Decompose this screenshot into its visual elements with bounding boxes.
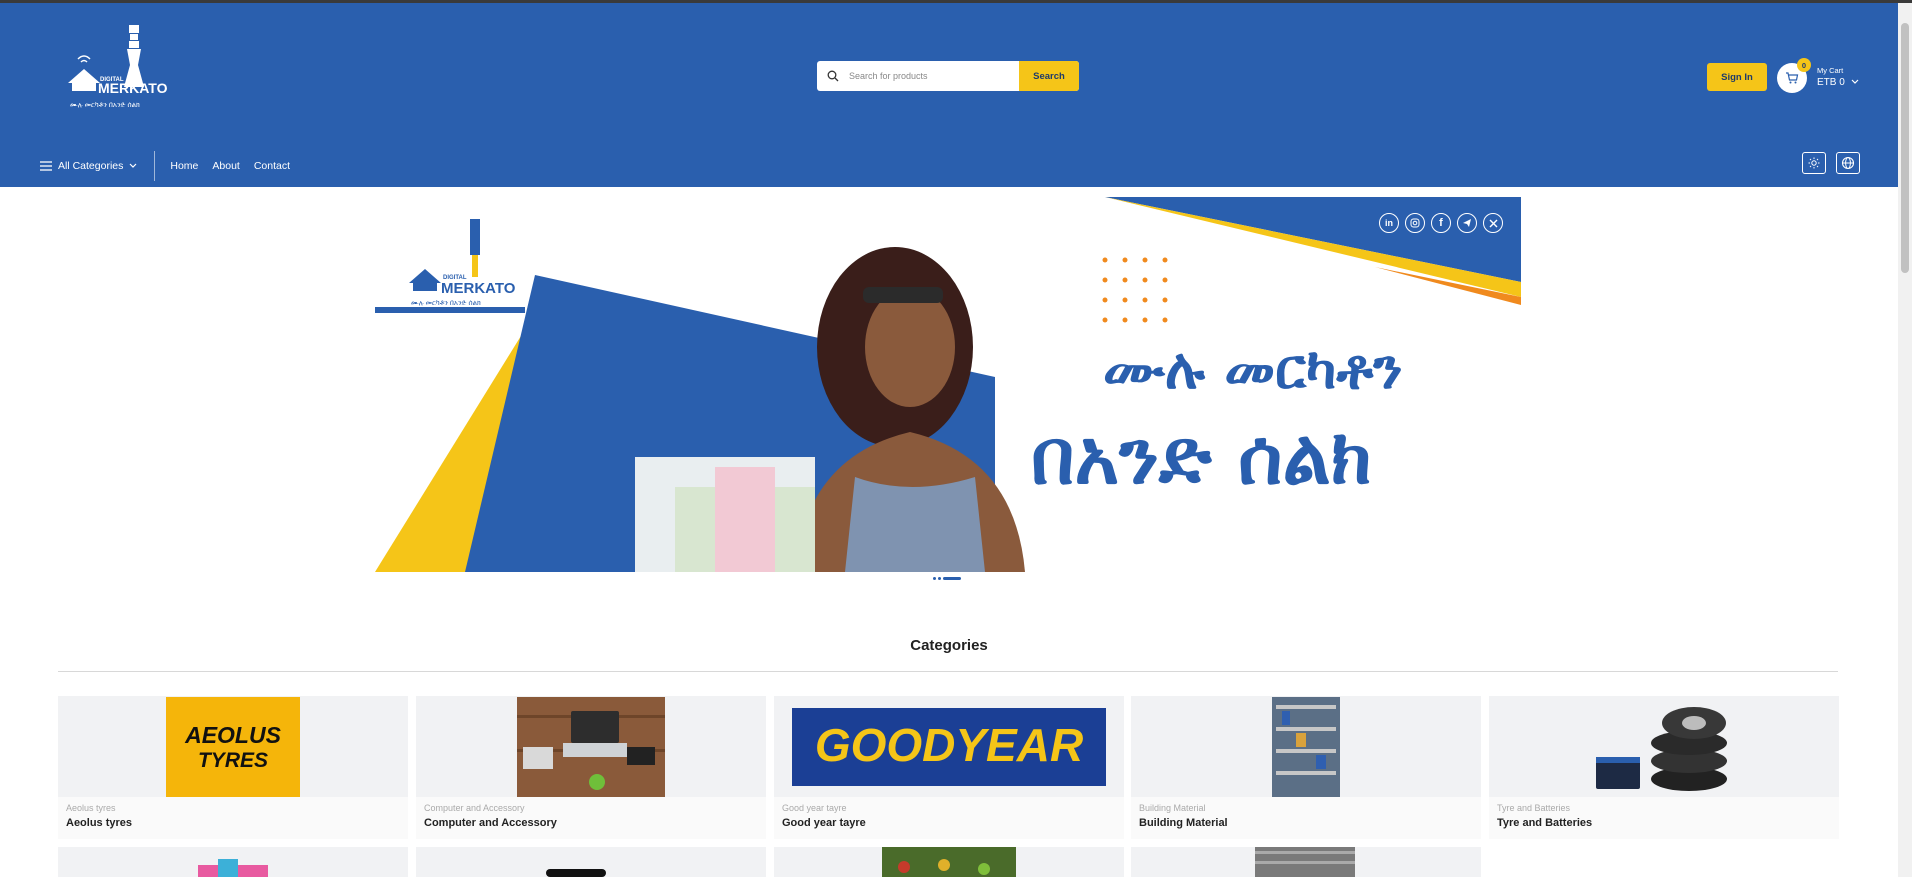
sun-icon bbox=[1808, 157, 1820, 169]
category-image bbox=[1255, 847, 1355, 877]
divider bbox=[58, 671, 1838, 672]
cart-count-badge: 0 bbox=[1797, 58, 1811, 72]
category-image bbox=[882, 847, 1016, 877]
svg-text:GOODYEAR: GOODYEAR bbox=[815, 719, 1083, 771]
category-name[interactable]: Aeolus tyres bbox=[66, 817, 132, 829]
category-image bbox=[1131, 696, 1481, 797]
category-image: AEOLUS TYRES bbox=[58, 696, 408, 797]
aeolus-logo: AEOLUS TYRES bbox=[166, 696, 300, 797]
nav-link-home[interactable]: Home bbox=[170, 160, 198, 172]
carousel-dot[interactable] bbox=[938, 577, 941, 580]
banner-social-icons: in f bbox=[1379, 213, 1503, 233]
category-image bbox=[198, 859, 268, 877]
scrollbar-thumb[interactable] bbox=[1901, 23, 1909, 273]
svg-text:TYRES: TYRES bbox=[198, 749, 268, 772]
banner-headline-line2: በአንድ ሰልክ bbox=[1031, 412, 1372, 501]
category-card-partial[interactable] bbox=[1131, 847, 1481, 877]
computer-accessory-image bbox=[517, 696, 665, 797]
main-nav: All Categories Home About Contact bbox=[40, 149, 290, 183]
svg-text:MERKATO: MERKATO bbox=[441, 280, 516, 297]
category-name[interactable]: Good year tayre bbox=[782, 817, 866, 829]
language-button[interactable] bbox=[1836, 152, 1860, 174]
instagram-icon[interactable] bbox=[1405, 213, 1425, 233]
svg-text:ሙሉ መርካቶን በአንድ ሰልክ: ሙሉ መርካቶን በአንድ ሰልክ bbox=[411, 300, 481, 307]
globe-icon bbox=[1841, 156, 1855, 170]
cart-label: My Cart bbox=[1817, 66, 1844, 75]
category-image: GOODYEAR bbox=[774, 696, 1124, 797]
category-card-building[interactable]: Building Material Building Material bbox=[1131, 696, 1481, 839]
carousel-dot-active[interactable] bbox=[943, 577, 961, 580]
category-card-partial[interactable] bbox=[416, 847, 766, 877]
category-card-partial[interactable] bbox=[774, 847, 1124, 877]
menu-icon bbox=[40, 161, 52, 171]
cart-total-value: ETB 0 bbox=[1817, 77, 1845, 88]
chevron-down-icon bbox=[129, 163, 137, 168]
svg-text:AEOLUS: AEOLUS bbox=[184, 722, 282, 748]
category-name[interactable]: Computer and Accessory bbox=[424, 817, 557, 829]
cart-total: ETB 0 bbox=[1817, 77, 1859, 88]
search-bar: Search bbox=[817, 61, 1079, 91]
category-subtitle: Good year tayre bbox=[782, 803, 847, 813]
categories-heading: Categories bbox=[910, 637, 988, 654]
nav-link-contact[interactable]: Contact bbox=[254, 160, 290, 172]
nav-link-about[interactable]: About bbox=[212, 160, 239, 172]
chevron-down-icon bbox=[1851, 79, 1859, 84]
tyre-battery-image bbox=[1596, 706, 1727, 791]
carousel-indicators bbox=[933, 577, 961, 580]
building-material-image bbox=[1272, 696, 1340, 797]
category-card-goodyear[interactable]: GOODYEAR Good year tayre Good year tayre bbox=[774, 696, 1124, 839]
category-subtitle: Aeolus tyres bbox=[66, 803, 116, 813]
x-icon[interactable] bbox=[1483, 213, 1503, 233]
category-image bbox=[416, 696, 766, 797]
search-icon bbox=[817, 61, 849, 91]
category-card-tyre-batteries[interactable]: Tyre and Batteries Tyre and Batteries bbox=[1489, 696, 1839, 839]
site-header: DIGITAL MERKATO ሙሉ መርካቶን በአንድ ሰልክ Search… bbox=[0, 3, 1898, 187]
search-button[interactable]: Search bbox=[1019, 61, 1079, 91]
category-subtitle: Building Material bbox=[1139, 803, 1206, 813]
linkedin-icon[interactable]: in bbox=[1379, 213, 1399, 233]
telegram-icon[interactable] bbox=[1457, 213, 1477, 233]
sign-in-button[interactable]: Sign In bbox=[1707, 63, 1767, 91]
category-name[interactable]: Building Material bbox=[1139, 817, 1228, 829]
category-image bbox=[1489, 696, 1839, 797]
carousel-dot[interactable] bbox=[933, 577, 936, 580]
facebook-icon[interactable]: f bbox=[1431, 213, 1451, 233]
theme-toggle-button[interactable] bbox=[1802, 152, 1826, 174]
category-image bbox=[546, 869, 606, 877]
banner-headline-line1: ሙሉ መርካቶን bbox=[1103, 337, 1403, 402]
hero-banner[interactable]: DIGITAL MERKATO ሙሉ መርካቶን በአንድ ሰልክ in f ሙ… bbox=[375, 197, 1521, 572]
svg-text:ሙሉ መርካቶን በአንድ ሰልክ: ሙሉ መርካቶን በአንድ ሰልክ bbox=[70, 102, 140, 109]
category-name[interactable]: Tyre and Batteries bbox=[1497, 817, 1592, 829]
category-subtitle: Computer and Accessory bbox=[424, 803, 525, 813]
banner-logo: DIGITAL MERKATO ሙሉ መርካቶን በአንድ ሰልክ bbox=[409, 219, 516, 307]
page-scrollbar[interactable] bbox=[1898, 3, 1912, 877]
category-subtitle: Tyre and Batteries bbox=[1497, 803, 1571, 813]
all-categories-label: All Categories bbox=[58, 160, 124, 172]
svg-text:MERKATO: MERKATO bbox=[98, 80, 168, 96]
category-card-computer[interactable]: Computer and Accessory Computer and Acce… bbox=[416, 696, 766, 839]
site-logo[interactable]: DIGITAL MERKATO ሙሉ መርካቶን በአንድ ሰልክ bbox=[64, 25, 174, 120]
cart-widget[interactable]: 0 My Cart ETB 0 bbox=[1777, 58, 1859, 95]
category-card-aeolus[interactable]: AEOLUS TYRES Aeolus tyres Aeolus tyres bbox=[58, 696, 408, 839]
search-input[interactable] bbox=[849, 61, 1019, 91]
goodyear-logo: GOODYEAR bbox=[792, 707, 1106, 786]
all-categories-menu[interactable]: All Categories bbox=[40, 151, 156, 181]
category-card-partial[interactable] bbox=[58, 847, 408, 877]
